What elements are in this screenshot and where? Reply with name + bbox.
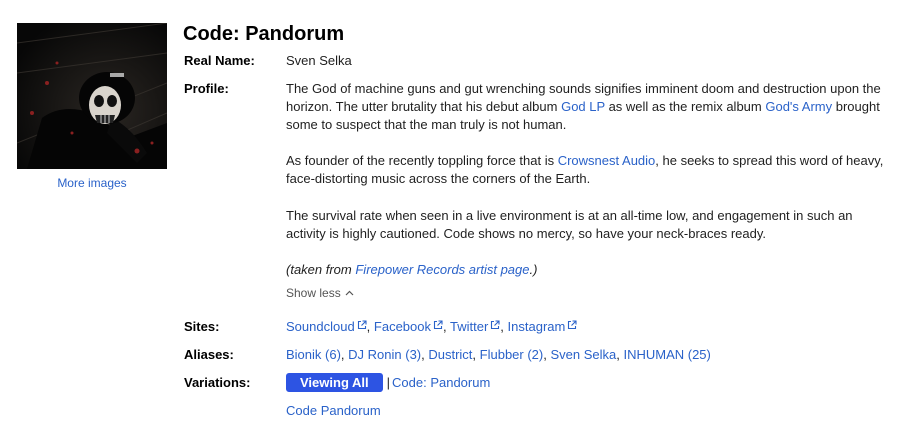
- comma: ,: [500, 319, 508, 334]
- external-link-icon: [491, 320, 500, 330]
- profile-paragraph-2: As founder of the recently toppling forc…: [286, 152, 886, 188]
- comma: ,: [366, 319, 374, 334]
- real-name-label: Real Name:: [184, 53, 255, 68]
- profile-paragraph-3: The survival rate when seen in a live en…: [286, 208, 853, 241]
- variations-label: Variations:: [184, 375, 251, 390]
- external-link-icon: [568, 320, 577, 330]
- comma: ,: [472, 347, 480, 362]
- artist-photo-image: [17, 23, 167, 169]
- firepower-records-link[interactable]: Firepower Records artist page: [355, 262, 529, 277]
- show-less-label: Show less: [286, 286, 341, 300]
- profile-source: (taken from Firepower Records artist pag…: [286, 261, 886, 279]
- profile-text: (taken from: [286, 262, 356, 277]
- profile-paragraph-1: The God of machine guns and gut wrenchin…: [286, 80, 886, 134]
- variation-other: Code Pandorum: [286, 402, 381, 420]
- profile-text: As founder of the recently toppling forc…: [286, 153, 558, 168]
- external-link-icon: [357, 320, 367, 330]
- alias-link[interactable]: Sven Selka: [550, 347, 616, 362]
- variation-link-other[interactable]: Code Pandorum: [286, 403, 381, 418]
- alias-link[interactable]: Bionik (6): [286, 347, 341, 362]
- variation-link-current[interactable]: Code: Pandorum: [392, 375, 490, 390]
- profile-text: as well as the remix album: [604, 99, 766, 114]
- artist-name: Code: Pandorum: [183, 23, 345, 45]
- alias-link[interactable]: Flubber (2): [480, 347, 544, 362]
- profile-text: .): [529, 262, 538, 277]
- comma: ,: [443, 319, 450, 334]
- variations-list: Viewing All | Code: Pandorum: [286, 373, 490, 392]
- gods-army-link[interactable]: God's Army: [765, 99, 832, 114]
- facebook-link[interactable]: Facebook: [374, 319, 443, 334]
- crowsnest-audio-link[interactable]: Crowsnest Audio: [558, 153, 656, 168]
- more-images-link[interactable]: More images: [17, 176, 167, 190]
- external-link-icon: [433, 320, 443, 330]
- artist-photo[interactable]: [17, 23, 167, 169]
- twitter-link[interactable]: Twitter: [450, 319, 500, 334]
- separator: |: [386, 375, 391, 390]
- real-name-value: Sven Selka: [286, 53, 352, 68]
- sites-label: Sites:: [184, 319, 220, 334]
- soundcloud-link[interactable]: Soundcloud: [286, 319, 367, 334]
- show-less-toggle[interactable]: Show less: [286, 285, 354, 301]
- alias-link[interactable]: Dustrict: [428, 347, 472, 362]
- viewing-all-button[interactable]: Viewing All: [286, 373, 383, 392]
- alias-link[interactable]: INHUMAN (25): [623, 347, 710, 362]
- instagram-link[interactable]: Instagram: [508, 319, 578, 334]
- aliases-label: Aliases:: [184, 347, 234, 362]
- chevron-up-icon: [345, 290, 354, 296]
- aliases-list: Bionik (6), DJ Ronin (3), Dustrict, Flub…: [286, 346, 711, 364]
- profile-label: Profile:: [184, 81, 229, 96]
- god-lp-link[interactable]: God LP: [561, 99, 605, 114]
- sites-list: Soundcloud, Facebook, Twitter, Instagram: [286, 318, 577, 336]
- alias-link[interactable]: DJ Ronin (3): [348, 347, 421, 362]
